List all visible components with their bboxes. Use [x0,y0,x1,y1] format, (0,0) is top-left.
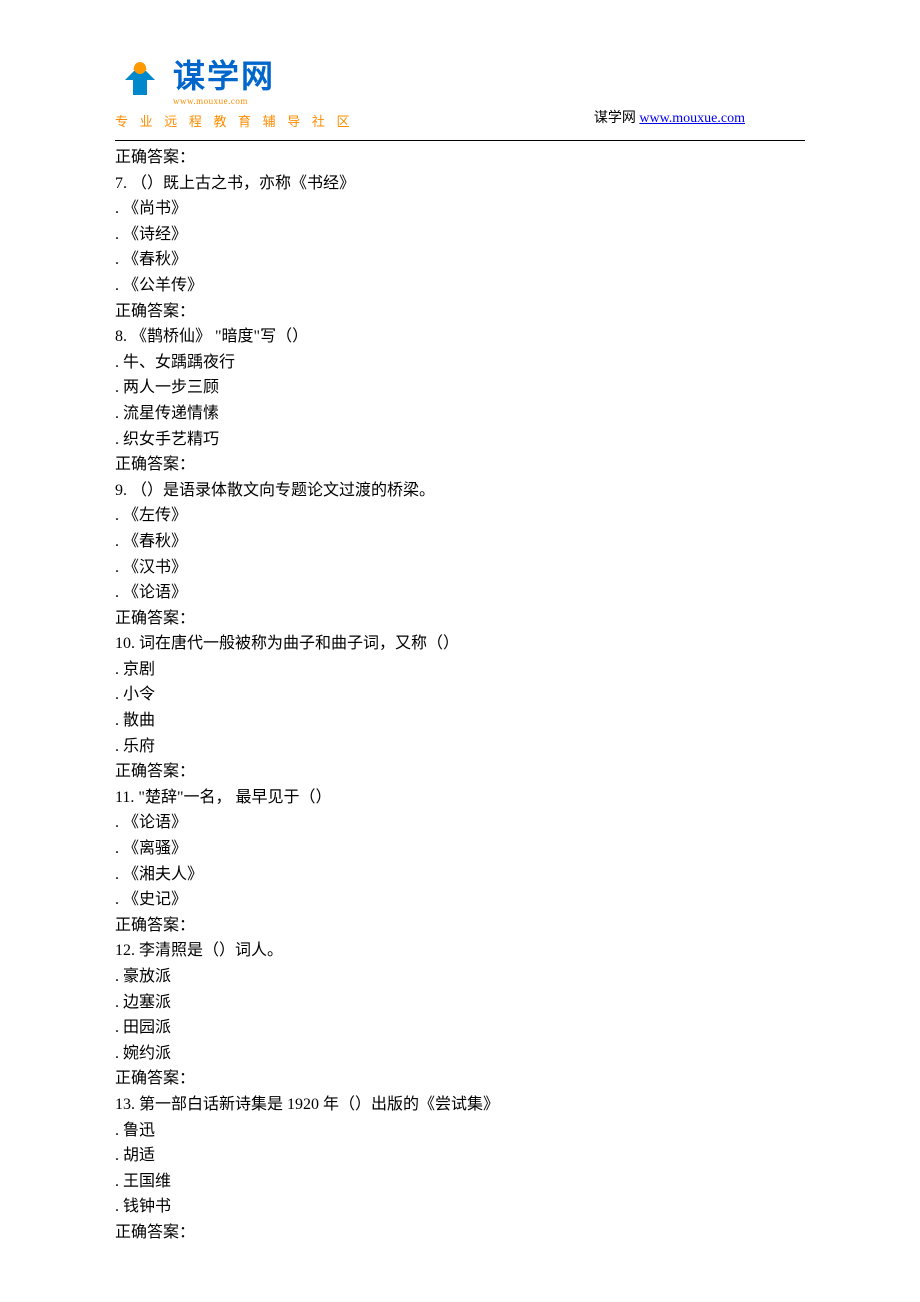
answer-label: 正确答案： [115,759,805,785]
question-option: . 《左传》 [115,503,805,529]
question-option: . 《春秋》 [115,247,805,273]
question-text: 12. 李清照是（）词人。 [115,938,805,964]
header-site-name: 谋学网 [594,111,636,126]
question-text: 13. 第一部白话新诗集是 1920 年（）出版的《尝试集》 [115,1092,805,1118]
answer-label: 正确答案： [115,299,805,325]
question-text: 9. （）是语录体散文向专题论文过渡的桥梁。 [115,478,805,504]
answer-label: 正确答案： [115,452,805,478]
question-option: . 散曲 [115,708,805,734]
question-block: 9. （）是语录体散文向专题论文过渡的桥梁。 . 《左传》 . 《春秋》 . 《… [115,478,805,632]
question-option: . 《春秋》 [115,529,805,555]
header-right: 谋学网 www.mouxue.com [594,108,745,130]
question-option: . 织女手艺精巧 [115,427,805,453]
header-site-link[interactable]: www.mouxue.com [639,111,745,126]
question-block: 7. （）既上古之书，亦称《书经》 . 《尚书》 . 《诗经》 . 《春秋》 .… [115,171,805,325]
question-text: 11. "楚辞"一名， 最早见于（） [115,785,805,811]
logo-text-block: 谋学网 www.mouxue.com [173,60,275,108]
question-option: . 《尚书》 [115,196,805,222]
logo-url: www.mouxue.com [173,94,275,108]
question-option: . 两人一步三顾 [115,375,805,401]
question-block: 12. 李清照是（）词人。 . 豪放派 . 边塞派 . 田园派 . 婉约派 正确… [115,938,805,1092]
question-option: . 鲁迅 [115,1118,805,1144]
question-option: . 边塞派 [115,990,805,1016]
question-option: . 乐府 [115,734,805,760]
page-header: 谋学网 www.mouxue.com 专 业 远 程 教 育 辅 导 社 区 谋… [0,0,920,140]
question-block: 11. "楚辞"一名， 最早见于（） . 《论语》 . 《离骚》 . 《湘夫人》… [115,785,805,939]
answer-label: 正确答案： [115,145,805,171]
question-option: . 京剧 [115,657,805,683]
question-block: 10. 词在唐代一般被称为曲子和曲子词，又称（） . 京剧 . 小令 . 散曲 … [115,631,805,785]
answer-label: 正确答案： [115,913,805,939]
question-option: . 《论语》 [115,580,805,606]
question-option: . 《离骚》 [115,836,805,862]
question-block: 13. 第一部白话新诗集是 1920 年（）出版的《尝试集》 . 鲁迅 . 胡适… [115,1092,805,1246]
question-option: . 王国维 [115,1169,805,1195]
question-option: . 《湘夫人》 [115,862,805,888]
question-text: 10. 词在唐代一般被称为曲子和曲子词，又称（） [115,631,805,657]
question-option: . 《公羊传》 [115,273,805,299]
question-option: . 豪放派 [115,964,805,990]
question-text: 8. 《鹊桥仙》 "暗度"写（） [115,324,805,350]
question-option: . 流星传递情愫 [115,401,805,427]
question-option: . 小令 [115,682,805,708]
question-option: . 钱钟书 [115,1194,805,1220]
logo-icon [115,60,165,100]
question-option: . 《史记》 [115,887,805,913]
logo-container: 谋学网 www.mouxue.com [115,60,805,108]
question-option: . 婉约派 [115,1041,805,1067]
answer-label: 正确答案： [115,1220,805,1246]
question-option: . 《论语》 [115,810,805,836]
document-content: 正确答案： 7. （）既上古之书，亦称《书经》 . 《尚书》 . 《诗经》 . … [0,141,920,1246]
logo-name: 谋学网 [173,60,275,92]
question-option: . 田园派 [115,1015,805,1041]
answer-label: 正确答案： [115,1066,805,1092]
question-text: 7. （）既上古之书，亦称《书经》 [115,171,805,197]
question-option: . 胡适 [115,1143,805,1169]
question-option: . 《诗经》 [115,222,805,248]
question-option: . 牛、女踽踽夜行 [115,350,805,376]
answer-label: 正确答案： [115,606,805,632]
question-option: . 《汉书》 [115,555,805,581]
question-block: 8. 《鹊桥仙》 "暗度"写（） . 牛、女踽踽夜行 . 两人一步三顾 . 流星… [115,324,805,478]
